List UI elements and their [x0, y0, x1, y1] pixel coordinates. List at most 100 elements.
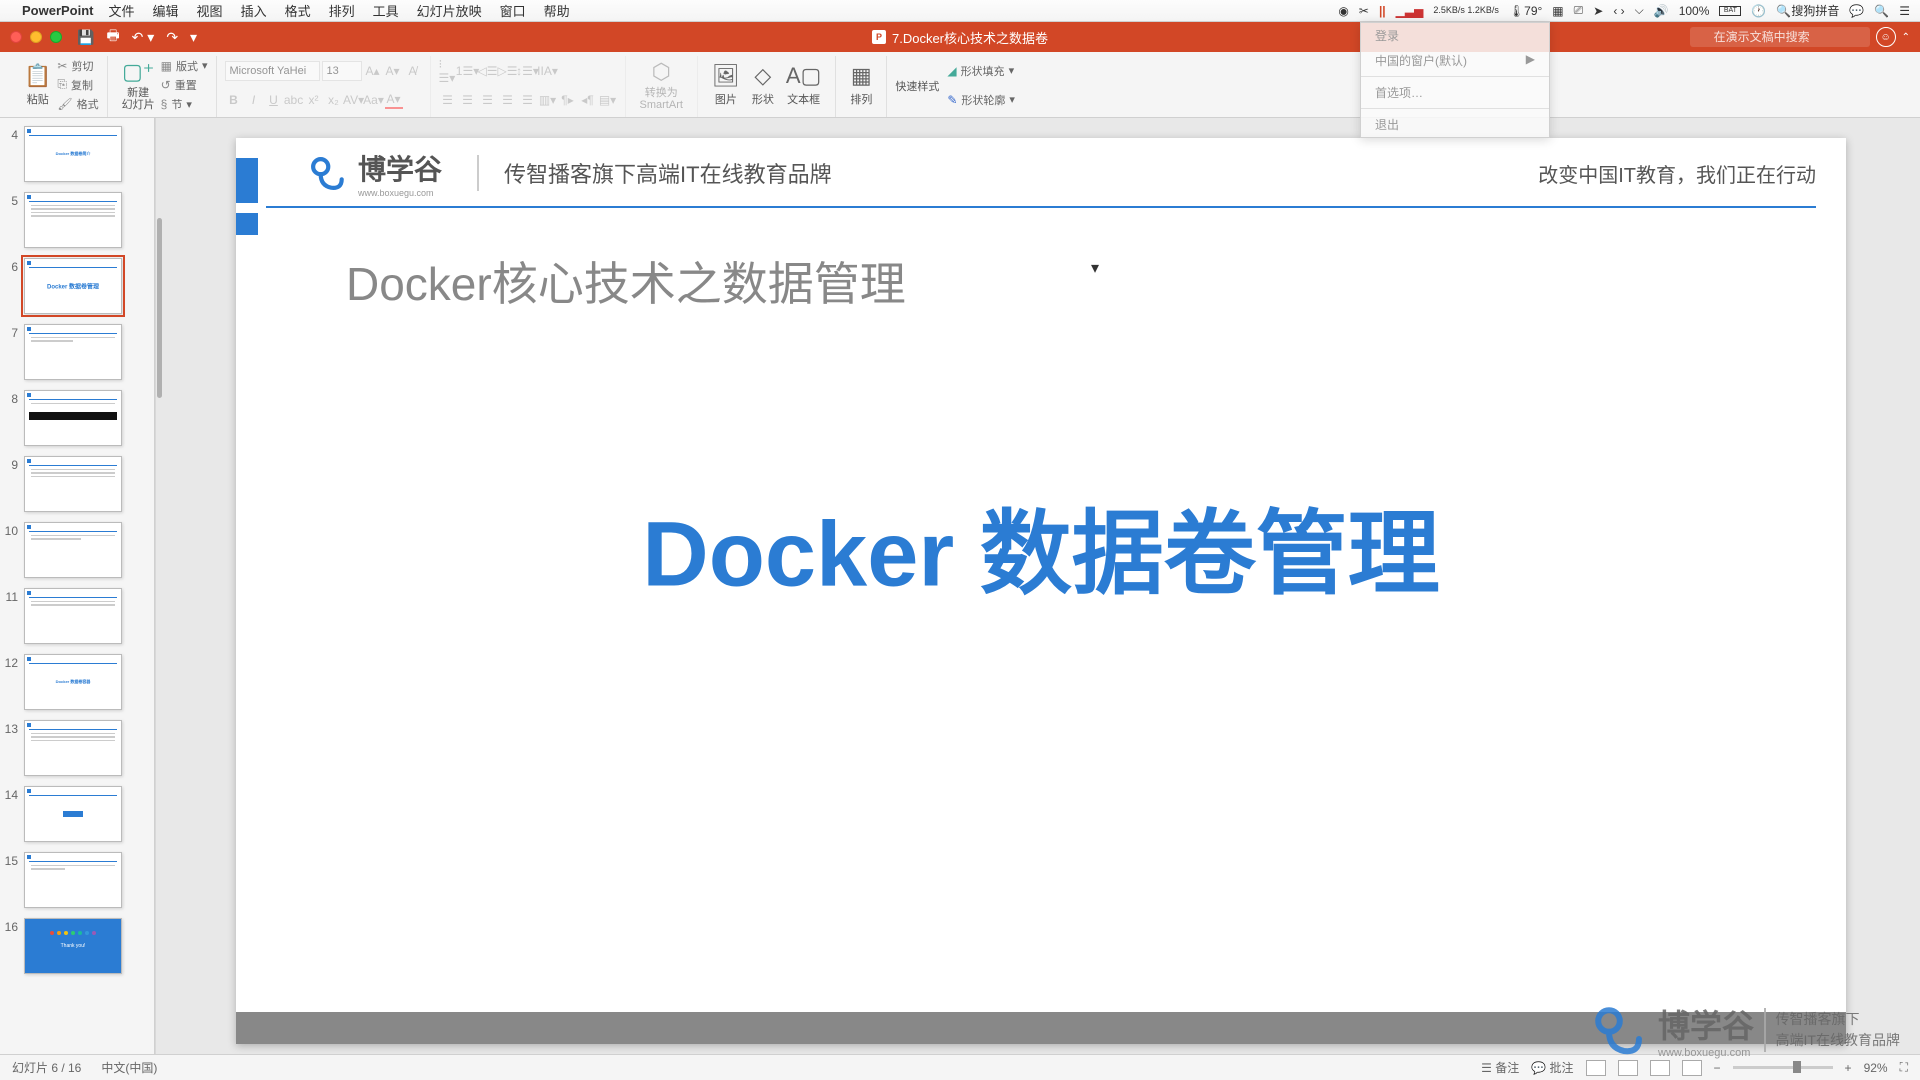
scissors-icon[interactable]: ✂ [1359, 4, 1369, 18]
shape-outline-button[interactable]: ✎形状轮廓 ▾ [947, 90, 1015, 109]
canvas-area[interactable]: 博学谷 www.boxuegu.com 传智播客旗下高端IT在线教育品牌 改变中… [162, 118, 1920, 1054]
convert-smartart-button[interactable]: ⬡ 转换为 SmartArt [634, 56, 689, 114]
clear-format-button[interactable]: A̸ [404, 62, 422, 80]
temp-icon[interactable]: 🌡79° [1509, 4, 1542, 18]
slide-canvas[interactable]: 博学谷 www.boxuegu.com 传智播客旗下高端IT在线教育品牌 改变中… [236, 138, 1846, 1044]
new-slide-button[interactable]: ▢⁺ 新建 幻灯片 [116, 56, 161, 114]
notification-icon[interactable]: ☰ [1899, 4, 1910, 18]
undo-icon[interactable]: ↶ ▾ [132, 29, 155, 46]
arrange-button[interactable]: ▦ 排列 [844, 56, 878, 114]
collapse-ribbon-icon[interactable]: ⌃ [1902, 32, 1910, 43]
code-icon[interactable]: ‹ › [1613, 4, 1624, 18]
font-color-button[interactable]: A▾ [385, 91, 403, 109]
shapes-button[interactable]: ◇ 形状 [746, 56, 780, 114]
justify-button[interactable]: ☰ [499, 91, 517, 109]
reading-view-button[interactable] [1650, 1060, 1670, 1076]
char-spacing-button[interactable]: AV▾ [345, 91, 363, 109]
rtl-button[interactable]: ◂¶ [579, 91, 597, 109]
font-size-select[interactable] [322, 61, 362, 81]
format-painter-button[interactable]: 🖌格式 [57, 95, 98, 114]
comments-button[interactable]: 💬 批注 [1531, 1059, 1573, 1076]
slide-thumb-14[interactable]: 14 [4, 786, 150, 842]
menu-edit[interactable]: 编辑 [153, 1, 179, 20]
zoom-slider[interactable] [1733, 1066, 1833, 1069]
menu-tools[interactable]: 工具 [373, 1, 399, 20]
minimize-button[interactable] [30, 31, 42, 43]
menu-format[interactable]: 格式 [285, 1, 311, 20]
scrollbar-thumb[interactable] [157, 218, 162, 398]
subscript-button[interactable]: x₂ [325, 91, 343, 109]
slide-thumb-11[interactable]: 11 [4, 588, 150, 644]
italic-button[interactable]: I [245, 91, 263, 109]
slide-thumb-15[interactable]: 15 [4, 852, 150, 908]
stats-icon[interactable]: 2.5KB/s 1.2KB/s [1433, 6, 1499, 15]
align-right-button[interactable]: ☰ [479, 91, 497, 109]
language-indicator[interactable]: 中文(中国) [101, 1059, 157, 1076]
menu-slideshow[interactable]: 幻灯片放映 [417, 1, 482, 20]
wifi-icon[interactable]: ⌵ [1635, 3, 1644, 18]
volume-icon[interactable]: 🔊 [1654, 4, 1669, 18]
zoom-handle[interactable] [1793, 1061, 1801, 1073]
slide-thumbnail-panel[interactable]: 4 Docker 数据卷简介 5 6 Docker 数据卷管理 7 8 9 10 [0, 118, 155, 1054]
layout-button[interactable]: ▦版式 ▾ [161, 56, 208, 75]
ltr-button[interactable]: ¶▸ [559, 91, 577, 109]
change-case-button[interactable]: Aa▾ [365, 91, 383, 109]
maximize-button[interactable] [50, 31, 62, 43]
search-input[interactable] [1690, 27, 1870, 47]
line-spacing-button[interactable]: ↕☰▾ [519, 62, 537, 80]
distribute-button[interactable]: ☰ [519, 91, 537, 109]
location-icon[interactable]: ➤ [1593, 4, 1603, 18]
reset-button[interactable]: ↺重置 [161, 75, 208, 94]
slideshow-view-button[interactable] [1682, 1060, 1702, 1076]
slide-thumb-4[interactable]: 4 Docker 数据卷简介 [4, 126, 150, 182]
zoom-level[interactable]: 92% [1864, 1061, 1888, 1075]
superscript-button[interactable]: x² [305, 91, 323, 109]
slide-thumb-9[interactable]: 9 [4, 456, 150, 512]
slide-thumb-8[interactable]: 8 [4, 390, 150, 446]
pause-icon[interactable]: || [1379, 4, 1386, 18]
screen-icon[interactable]: ⎚ [1574, 3, 1584, 18]
slide-thumb-12[interactable]: 12 Docker 数据卷容器 [4, 654, 150, 710]
paste-button[interactable]: 📋 粘贴 [18, 56, 57, 114]
battery-icon[interactable]: BAT [1719, 6, 1741, 16]
menu-arrange[interactable]: 排列 [329, 1, 355, 20]
increase-indent-button[interactable]: ▷☰ [499, 62, 517, 80]
shape-fill-button[interactable]: ◢形状填充 ▾ [947, 61, 1015, 80]
slide-thumb-5[interactable]: 5 [4, 192, 150, 248]
menu-insert[interactable]: 插入 [241, 1, 267, 20]
textbox-button[interactable]: A▢ 文本框 [780, 56, 827, 114]
dropdown-item-window[interactable]: 中国的窗户(默认)▶ [1361, 48, 1549, 73]
section-button[interactable]: §节 ▾ [161, 95, 208, 114]
zoom-out-button[interactable]: − [1714, 1061, 1721, 1075]
dropdown-item-prefs[interactable]: 首选项… [1361, 80, 1549, 105]
menu-help[interactable]: 帮助 [544, 1, 570, 20]
align-text-button[interactable]: ▤▾ [599, 91, 617, 109]
menu-window[interactable]: 窗口 [500, 1, 526, 20]
columns-button[interactable]: ▥▾ [539, 91, 557, 109]
slide-thumb-16[interactable]: 16 Thank you! [4, 918, 150, 974]
print-icon[interactable]: 🖶 [106, 25, 119, 49]
search-icon[interactable]: 🔍 [1874, 4, 1889, 18]
ime-icon[interactable]: 🔍 搜狗拼音 [1776, 2, 1839, 19]
menu-view[interactable]: 视图 [197, 1, 223, 20]
fit-button[interactable]: ⛶ [1900, 1060, 1908, 1075]
slide-thumb-13[interactable]: 13 [4, 720, 150, 776]
obs-icon[interactable]: ◉ [1338, 4, 1348, 18]
qat-more-icon[interactable]: ▾ [190, 29, 197, 46]
slide-thumb-10[interactable]: 10 [4, 522, 150, 578]
panel-scrollbar[interactable] [155, 118, 162, 1054]
align-center-button[interactable]: ☰ [459, 91, 477, 109]
normal-view-button[interactable] [1586, 1060, 1606, 1076]
account-dropdown[interactable]: 登录 中国的窗户(默认)▶ 首选项… 退出 [1360, 22, 1550, 138]
save-icon[interactable]: 💾 [77, 29, 94, 46]
app-name[interactable]: PowerPoint [22, 3, 94, 18]
text-direction-button[interactable]: IIA▾ [539, 62, 557, 80]
decrease-font-button[interactable]: A▾ [384, 62, 402, 80]
zoom-in-button[interactable]: + [1845, 1061, 1852, 1075]
quick-styles-button[interactable]: 快速样式 [895, 76, 939, 94]
slide-thumb-7[interactable]: 7 [4, 324, 150, 380]
sorter-view-button[interactable] [1618, 1060, 1638, 1076]
align-left-button[interactable]: ☰ [439, 91, 457, 109]
chart-icon[interactable]: ▁▃▅ [1396, 4, 1424, 18]
decrease-indent-button[interactable]: ◁☰ [479, 62, 497, 80]
